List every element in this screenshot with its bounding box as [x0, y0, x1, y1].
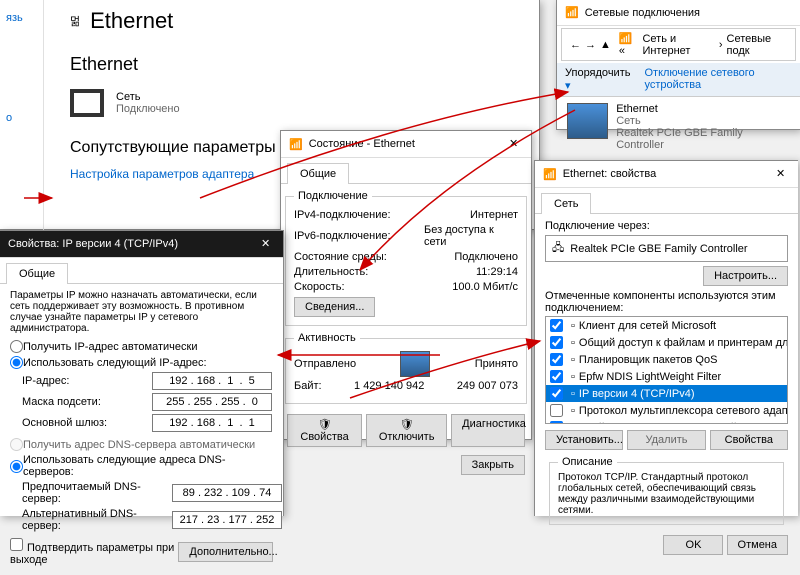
disable-device[interactable]: Отключение сетевого устройства — [644, 67, 792, 92]
component-item[interactable]: ▫Протокол мультиплексора сетевого адапте… — [546, 402, 787, 419]
tab-general[interactable]: Общие — [6, 263, 68, 284]
network-item[interactable]: Сеть Подключено — [70, 89, 523, 117]
sidebar-item[interactable]: о — [0, 108, 43, 128]
label: Подключение через: — [545, 220, 788, 232]
component-icon: ▫ — [571, 337, 575, 349]
network-icon: 📶 — [543, 168, 557, 181]
tab-network[interactable]: Сеть — [541, 193, 591, 214]
component-item[interactable]: ▫Общий доступ к файлам и принтерам для с… — [546, 334, 787, 351]
remove-button[interactable]: Удалить — [627, 430, 705, 450]
properties-button[interactable]: 🛡 Свойства — [287, 414, 362, 447]
network-name: Сеть — [116, 91, 180, 103]
close-icon[interactable]: ✕ — [261, 237, 275, 251]
bytes-sent: 1 429 140 942 — [354, 380, 424, 392]
diagnose-button[interactable]: Диагностика — [451, 414, 525, 447]
component-checkbox[interactable] — [550, 336, 563, 349]
component-icon: ▫ — [571, 388, 575, 400]
details-button[interactable]: Сведения... — [294, 297, 375, 317]
bytes-recv: 249 007 073 — [457, 380, 518, 392]
close-icon[interactable]: ✕ — [509, 137, 523, 151]
component-checkbox[interactable] — [550, 421, 563, 424]
titlebar: 📶 Сетевые подключения — [557, 0, 800, 26]
organize-menu[interactable]: Упорядочить ▾ — [565, 67, 630, 92]
component-item[interactable]: ▫Планировщик пакетов QoS — [546, 351, 787, 368]
dns2-input[interactable] — [172, 511, 282, 529]
dns-auto-radio — [10, 438, 23, 451]
ok-button[interactable]: OK — [663, 535, 723, 555]
gateway-input[interactable] — [152, 414, 272, 432]
component-item[interactable]: ▫Драйвер протокола LLDP (Майкрософт) — [546, 419, 787, 424]
component-icon: ▫ — [571, 405, 575, 417]
section-title: Ethernet — [70, 54, 523, 75]
subnet-mask-input[interactable] — [152, 393, 272, 411]
sidebar-item[interactable]: язь — [0, 8, 43, 28]
ip-auto-radio[interactable] — [10, 340, 23, 353]
advanced-button[interactable]: Дополнительно... — [178, 542, 273, 562]
group-activity: Активность — [294, 332, 360, 344]
component-item[interactable]: ▫IP версии 4 (TCP/IPv4) — [546, 385, 787, 402]
window-title: Состояние - Ethernet — [309, 138, 415, 150]
page-heading: Ethernet — [90, 8, 173, 34]
titlebar: Свойства: IP версии 4 (TCP/IPv4) ✕ — [0, 231, 283, 258]
titlebar: 📶 Ethernet: свойства ✕ — [535, 161, 798, 188]
component-checkbox[interactable] — [550, 319, 563, 332]
activity-icon — [400, 351, 430, 377]
close-button[interactable]: Закрыть — [461, 455, 525, 475]
component-checkbox[interactable] — [550, 387, 563, 400]
component-checkbox[interactable] — [550, 404, 563, 417]
folder-icon: 📶 — [565, 6, 579, 19]
confirm-checkbox[interactable] — [10, 538, 23, 551]
info-text: Параметры IP можно назначать автоматичес… — [10, 290, 273, 334]
ethernet-adapter-icon — [567, 103, 608, 139]
connection-item[interactable]: Ethernet Сеть Realtek PCIe GBE Family Co… — [557, 97, 800, 157]
network-status: Подключено — [116, 103, 180, 115]
component-list[interactable]: ▫Клиент для сетей Microsoft▫Общий доступ… — [545, 316, 788, 424]
connection-name: Ethernet — [616, 103, 790, 115]
connection-net: Сеть — [616, 115, 790, 127]
dns1-input[interactable] — [172, 484, 282, 502]
label: Отмеченные компоненты используются этим … — [545, 290, 788, 314]
component-checkbox[interactable] — [550, 353, 563, 366]
component-checkbox[interactable] — [550, 370, 563, 383]
configure-button[interactable]: Настроить... — [703, 266, 788, 286]
window-title: Сетевые подключения — [585, 7, 700, 19]
component-icon: ▫ — [571, 422, 575, 425]
adapter-name: Realtek PCIe GBE Family Controller — [570, 243, 747, 255]
install-button[interactable]: Установить... — [545, 430, 623, 450]
dns-manual-radio[interactable] — [10, 460, 23, 473]
adapter-icon: 🖧 — [552, 239, 564, 258]
component-properties-button[interactable]: Свойства — [710, 430, 788, 450]
group-connection: Подключение — [294, 190, 372, 202]
disable-button[interactable]: 🛡 Отключить — [366, 414, 447, 447]
component-item[interactable]: ▫Клиент для сетей Microsoft — [546, 317, 787, 334]
breadcrumb[interactable]: ←→▲ 📶 « Сеть и Интернет› Сетевые подк — [561, 28, 796, 61]
ip-manual-radio[interactable] — [10, 356, 23, 369]
window-title: Ethernet: свойства — [563, 168, 657, 180]
ip-address-input[interactable] — [152, 372, 272, 390]
titlebar: 📶 Состояние - Ethernet ✕ — [281, 131, 531, 158]
network-icon: 📶 — [289, 138, 303, 151]
connection-adapter: Realtek PCIe GBE Family Controller — [616, 127, 790, 151]
tab-general[interactable]: Общие — [287, 163, 349, 184]
component-item[interactable]: ▫Epfw NDIS LightWeight Filter — [546, 368, 787, 385]
ethernet-icon: 멂 — [70, 13, 80, 29]
component-icon: ▫ — [571, 371, 575, 383]
cancel-button[interactable]: Отмена — [727, 535, 788, 555]
description-text: Протокол TCP/IP. Стандартный протокол гл… — [558, 472, 775, 516]
component-icon: ▫ — [571, 354, 575, 366]
close-icon[interactable]: ✕ — [776, 167, 790, 181]
component-icon: ▫ — [571, 320, 575, 332]
window-title: Свойства: IP версии 4 (TCP/IPv4) — [8, 238, 178, 250]
